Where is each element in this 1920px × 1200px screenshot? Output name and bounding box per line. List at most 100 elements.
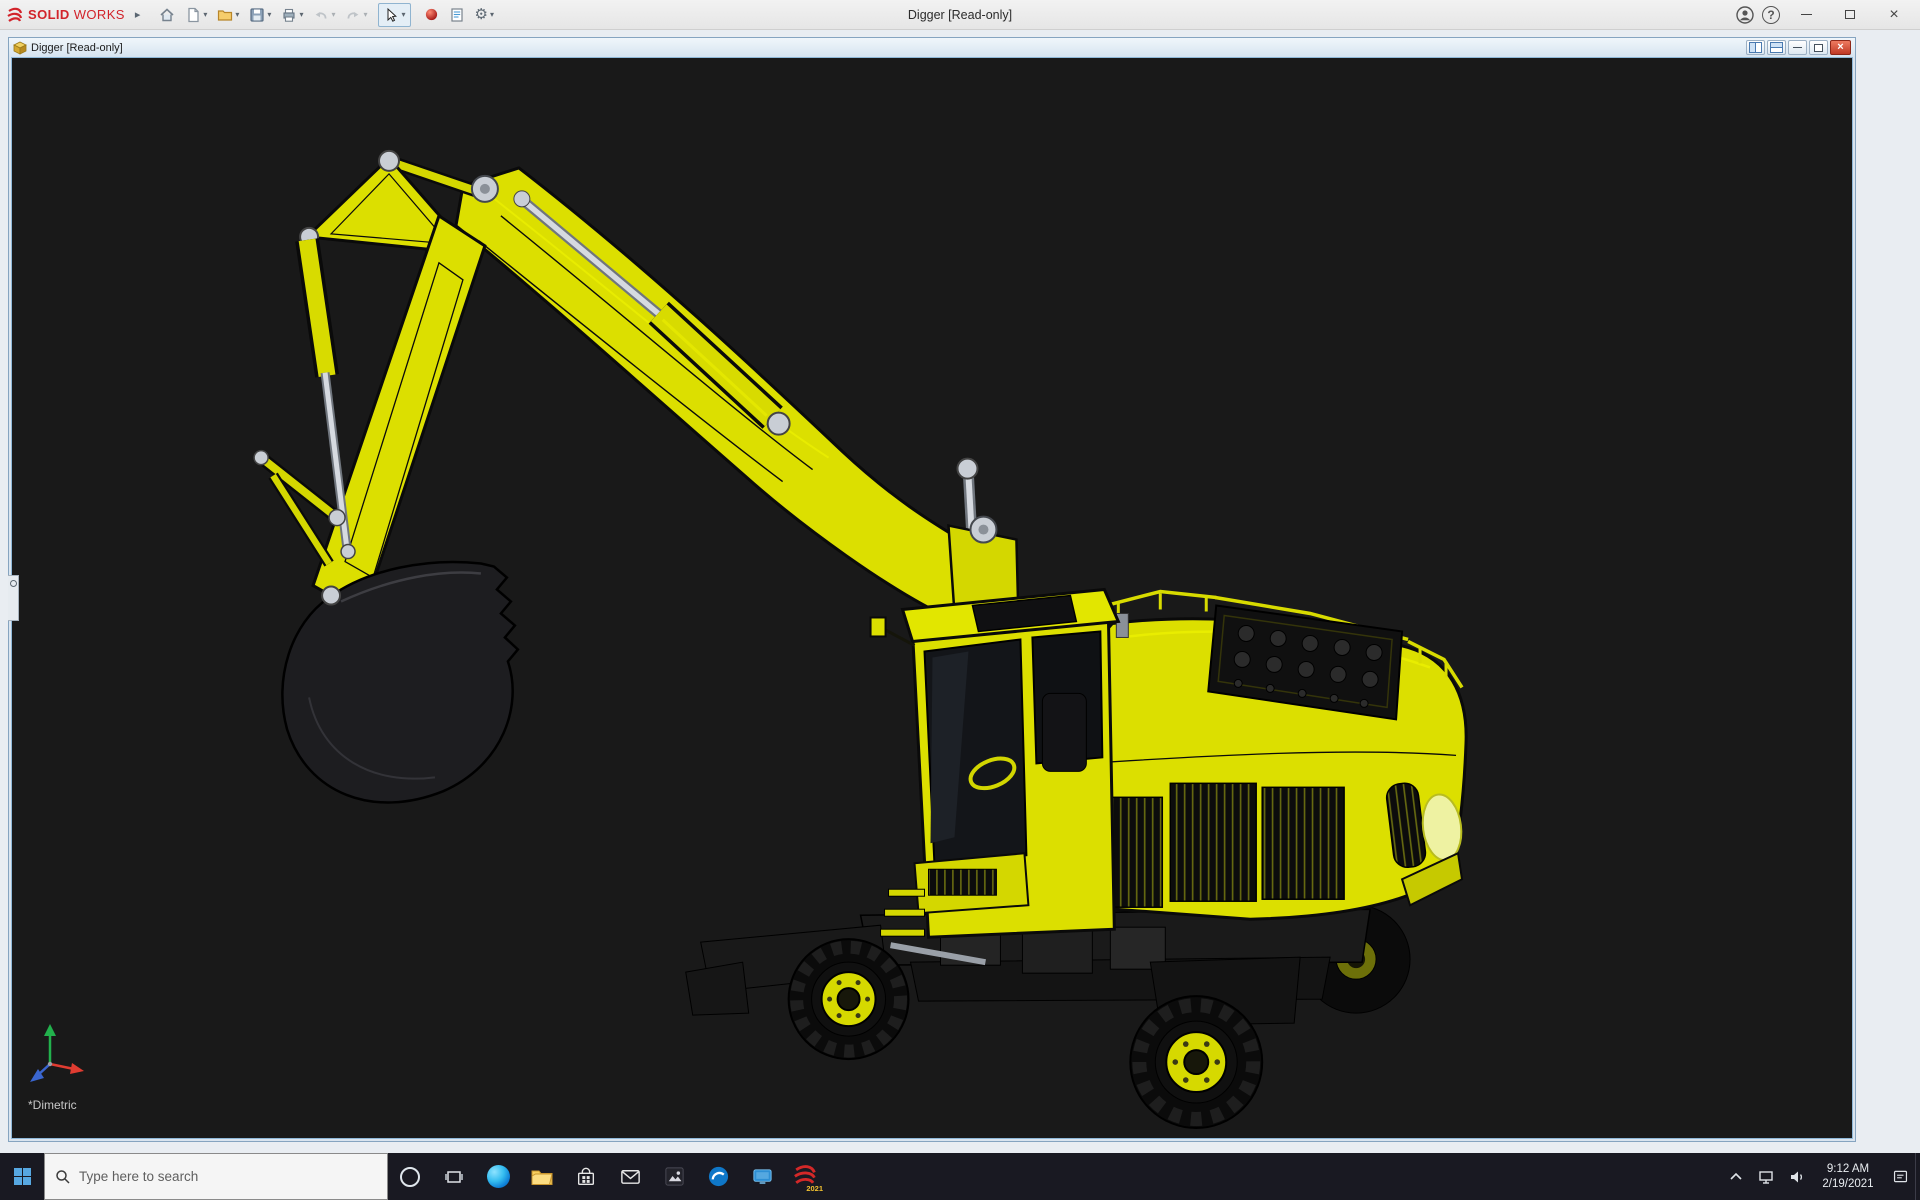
save-button[interactable]: ▾ (244, 3, 276, 27)
featuremanager-flyout-tab[interactable] (8, 575, 19, 621)
doc-minimize-button[interactable] (1788, 40, 1807, 55)
document-properties-button[interactable] (444, 3, 470, 27)
model-canvas[interactable] (12, 58, 1852, 1138)
doc-close-icon: × (1837, 42, 1843, 53)
undo-button[interactable]: ▾ (308, 3, 340, 27)
maximize-icon (1845, 10, 1855, 19)
redo-button[interactable]: ▾ (340, 3, 372, 27)
clock-date: 2/19/2021 (1811, 1177, 1885, 1192)
solidworks-year-badge: 2021 (806, 1184, 823, 1193)
volume-icon (1788, 1168, 1805, 1185)
search-input[interactable] (79, 1169, 349, 1184)
document-titlebar[interactable]: Digger [Read-only] × (9, 38, 1855, 57)
doc-minimize-icon (1793, 47, 1802, 48)
minimize-icon (1801, 14, 1812, 15)
save-icon (249, 7, 265, 23)
network-icon (1758, 1168, 1775, 1185)
home-icon (159, 7, 175, 23)
mail-icon (619, 1165, 642, 1188)
edge-button[interactable] (476, 1153, 520, 1200)
app-titlebar: SOLID WORKS ▸ ▾ ▾ (0, 0, 1920, 30)
show-desktop-button[interactable] (1915, 1153, 1920, 1200)
solidworks-logo: SOLID WORKS (6, 6, 125, 24)
brand-works: WORKS (74, 7, 125, 22)
graphics-viewport[interactable]: *Dimetric (11, 57, 1853, 1139)
dropdown-caret-icon[interactable]: ▾ (401, 11, 405, 19)
dropdown-caret-icon[interactable]: ▾ (267, 11, 271, 19)
options-button[interactable]: ⚙ ▾ (470, 3, 499, 27)
gear-icon: ⚙ (475, 7, 488, 22)
cortana-icon (400, 1167, 420, 1187)
menu-expand-icon[interactable]: ▸ (135, 8, 141, 21)
print-button[interactable]: ▾ (276, 3, 308, 27)
3dexperience-button[interactable] (419, 3, 444, 27)
hidden-icons-button[interactable] (1721, 1153, 1751, 1200)
3dexperience-icon (424, 7, 439, 22)
doc-restore-button[interactable] (1809, 40, 1828, 55)
taskbar-search[interactable] (44, 1153, 388, 1200)
microsoft-store-icon (575, 1166, 597, 1188)
edrawings-button[interactable] (696, 1153, 740, 1200)
network-button[interactable] (1751, 1153, 1781, 1200)
split-pane-vertical-icon (1749, 42, 1762, 53)
close-icon: × (1889, 7, 1898, 23)
start-button[interactable] (0, 1153, 44, 1200)
photos-button[interactable] (652, 1153, 696, 1200)
split-pane-horizontal-button[interactable] (1767, 40, 1786, 55)
dropdown-caret-icon[interactable]: ▾ (331, 11, 335, 19)
doc-close-button[interactable]: × (1830, 40, 1851, 55)
undo-icon (313, 7, 329, 23)
dropdown-caret-icon[interactable]: ▾ (363, 11, 367, 19)
boom-base (948, 459, 1018, 618)
print-icon (281, 7, 297, 23)
taskbar-clock[interactable]: 9:12 AM 2/19/2021 (1811, 1162, 1885, 1192)
close-button[interactable]: × (1874, 0, 1914, 29)
orientation-triad[interactable] (24, 1018, 94, 1090)
split-pane-horizontal-icon (1770, 42, 1783, 53)
task-view-button[interactable] (432, 1153, 476, 1200)
dropdown-caret-icon[interactable]: ▾ (203, 11, 207, 19)
new-document-button[interactable]: ▾ (180, 3, 212, 27)
action-center-icon (1892, 1168, 1909, 1185)
microsoft-store-button[interactable] (564, 1153, 608, 1200)
boom-arm (391, 162, 968, 620)
maximize-button[interactable] (1830, 0, 1870, 29)
help-icon: ? (1762, 6, 1780, 24)
minimize-button[interactable] (1786, 0, 1826, 29)
brand-solid: SOLID (28, 7, 70, 22)
home-button[interactable] (154, 3, 180, 27)
select-tool-button[interactable]: ▾ (378, 3, 410, 27)
file-explorer-button[interactable] (520, 1153, 564, 1200)
account-button[interactable] (1734, 4, 1756, 26)
volume-button[interactable] (1781, 1153, 1811, 1200)
windows-logo-icon (14, 1168, 31, 1185)
document-window: Digger [Read-only] × (8, 37, 1856, 1142)
search-icon (55, 1169, 71, 1185)
dropdown-caret-icon[interactable]: ▾ (490, 11, 494, 19)
mail-button[interactable] (608, 1153, 652, 1200)
file-explorer-icon (530, 1165, 554, 1189)
open-button[interactable]: ▾ (212, 3, 244, 27)
view-orientation-label: *Dimetric (28, 1098, 77, 1112)
redo-icon (345, 7, 361, 23)
split-pane-vertical-button[interactable] (1746, 40, 1765, 55)
bucket (282, 562, 518, 802)
open-folder-icon (217, 7, 233, 23)
dropdown-caret-icon[interactable]: ▾ (235, 11, 239, 19)
cab (871, 590, 1119, 938)
photos-icon (663, 1165, 686, 1188)
boom-cylinder (514, 191, 790, 435)
clock-time: 9:12 AM (1811, 1162, 1885, 1177)
dropdown-caret-icon[interactable]: ▾ (299, 11, 303, 19)
bucket-cylinder-linkage (254, 240, 355, 564)
solidworks-taskbar-button[interactable]: 2021 (784, 1153, 828, 1200)
cortana-button[interactable] (388, 1153, 432, 1200)
help-button[interactable]: ? (1760, 4, 1782, 26)
monitor-app-button[interactable] (740, 1153, 784, 1200)
ds-logo-icon (6, 6, 24, 24)
action-center-button[interactable] (1885, 1153, 1915, 1200)
taskbar: 2021 (0, 1153, 1920, 1200)
monitor-app-icon (751, 1165, 774, 1188)
screen: SOLID WORKS ▸ ▾ ▾ (0, 0, 1920, 1200)
app-title: Digger [Read-only] (908, 0, 1012, 30)
